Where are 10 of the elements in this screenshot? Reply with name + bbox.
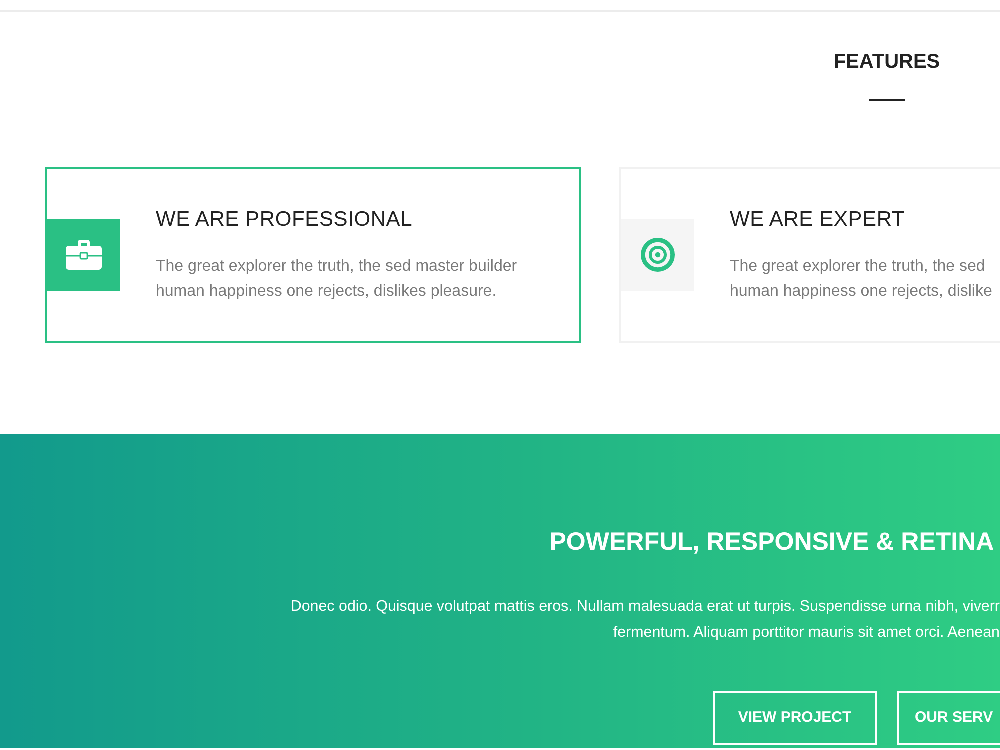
- feature-description: The great explorer the truth, the sed human happiness one rejects, dislike: [730, 257, 992, 302]
- feature-description: The great explorer the truth, the sed master builder human happiness one rejects, dislikes pleasure.: [156, 257, 518, 302]
- heading-underline: [869, 99, 905, 101]
- feature-title: WE ARE PROFESSIONAL: [156, 207, 414, 233]
- section-heading: FEATURES: [834, 50, 940, 74]
- services-button[interactable]: OUR SERV: [897, 691, 1000, 745]
- hero-heading: POWERFUL, RESPONSIVE & RETINA: [548, 527, 996, 558]
- view-project-button[interactable]: VIEW PROJECT: [713, 691, 877, 745]
- hero-paragraph: Donec odio. Quisque volutpat mattis eros. Nullam malesuada erat ut turpis. Suspendisse urna nibh, viverr fermentum. Aliquam porttitor mauris sit amet orci. Aenean: [290, 597, 1000, 643]
- feature-title: WE ARE EXPERT: [730, 207, 906, 233]
